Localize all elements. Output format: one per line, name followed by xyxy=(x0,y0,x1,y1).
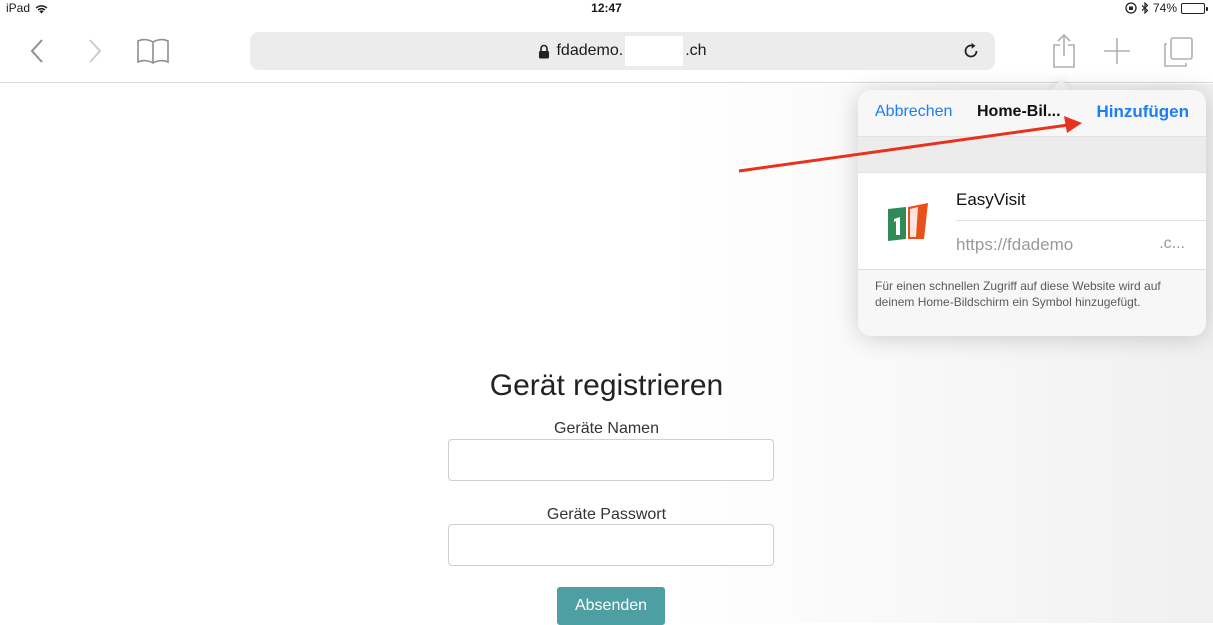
popover-description: Für einen schnellen Zugriff auf diese We… xyxy=(875,279,1161,309)
device-password-label: Geräte Passwort xyxy=(546,506,667,523)
url-prefix: fdademo. xyxy=(556,42,624,59)
status-time: 12:47 xyxy=(591,1,622,15)
bookmark-card: EasyVisit https://fdademo .c... xyxy=(858,173,1206,270)
app-name[interactable]: EasyVisit xyxy=(956,190,1026,210)
chevron-left-icon xyxy=(30,39,43,63)
share-button[interactable] xyxy=(1049,32,1079,70)
popover-header: Abbrechen Home-Bil... Hinzufügen xyxy=(858,90,1206,136)
device-name-label: Geräte Namen xyxy=(554,420,659,437)
cancel-button[interactable]: Abbrechen xyxy=(875,103,952,121)
status-bar: iPad 12:47 74% xyxy=(0,0,1213,20)
chevron-right-icon xyxy=(89,39,102,63)
forward-button[interactable] xyxy=(80,34,110,68)
share-icon xyxy=(1053,33,1075,68)
orientation-lock-icon xyxy=(1125,2,1137,14)
easyvisit-app-icon xyxy=(888,203,928,241)
add-button[interactable]: Hinzufügen xyxy=(1096,102,1189,122)
bookmarks-button[interactable] xyxy=(133,36,173,66)
popover-spacer xyxy=(858,136,1206,173)
new-tab-button[interactable] xyxy=(1099,32,1135,70)
page-title: Gerät registrieren xyxy=(489,369,724,402)
device-name-input[interactable] xyxy=(448,439,774,481)
reload-icon xyxy=(964,43,978,58)
url-redaction xyxy=(625,36,684,66)
card-divider xyxy=(956,220,1206,221)
add-to-home-popover: Abbrechen Home-Bil... Hinzufügen EasyVis… xyxy=(858,90,1206,336)
bluetooth-icon xyxy=(1141,2,1149,14)
lock-icon xyxy=(539,44,550,58)
browser-toolbar: fdademo. .ch xyxy=(0,20,1213,83)
popover-title: Home-Bil... xyxy=(977,103,1061,120)
plus-icon xyxy=(1104,38,1130,64)
device-password-input[interactable] xyxy=(448,524,774,566)
app-url: https://fdademo xyxy=(956,235,1074,254)
back-button[interactable] xyxy=(22,34,52,68)
status-right: 74% xyxy=(1125,1,1208,15)
address-bar[interactable]: fdademo. .ch xyxy=(250,32,995,70)
app-url-end: .c... xyxy=(1159,235,1185,252)
address-url: fdademo. .ch xyxy=(250,32,995,70)
url-suffix: .ch xyxy=(685,42,707,59)
book-icon xyxy=(137,38,169,64)
tabs-button[interactable] xyxy=(1160,34,1196,70)
reload-button[interactable] xyxy=(959,40,983,62)
battery-icon xyxy=(1181,2,1208,14)
battery-percent: 74% xyxy=(1152,1,1177,15)
tabs-icon xyxy=(1164,37,1193,67)
submit-button[interactable]: Absenden xyxy=(557,587,665,625)
